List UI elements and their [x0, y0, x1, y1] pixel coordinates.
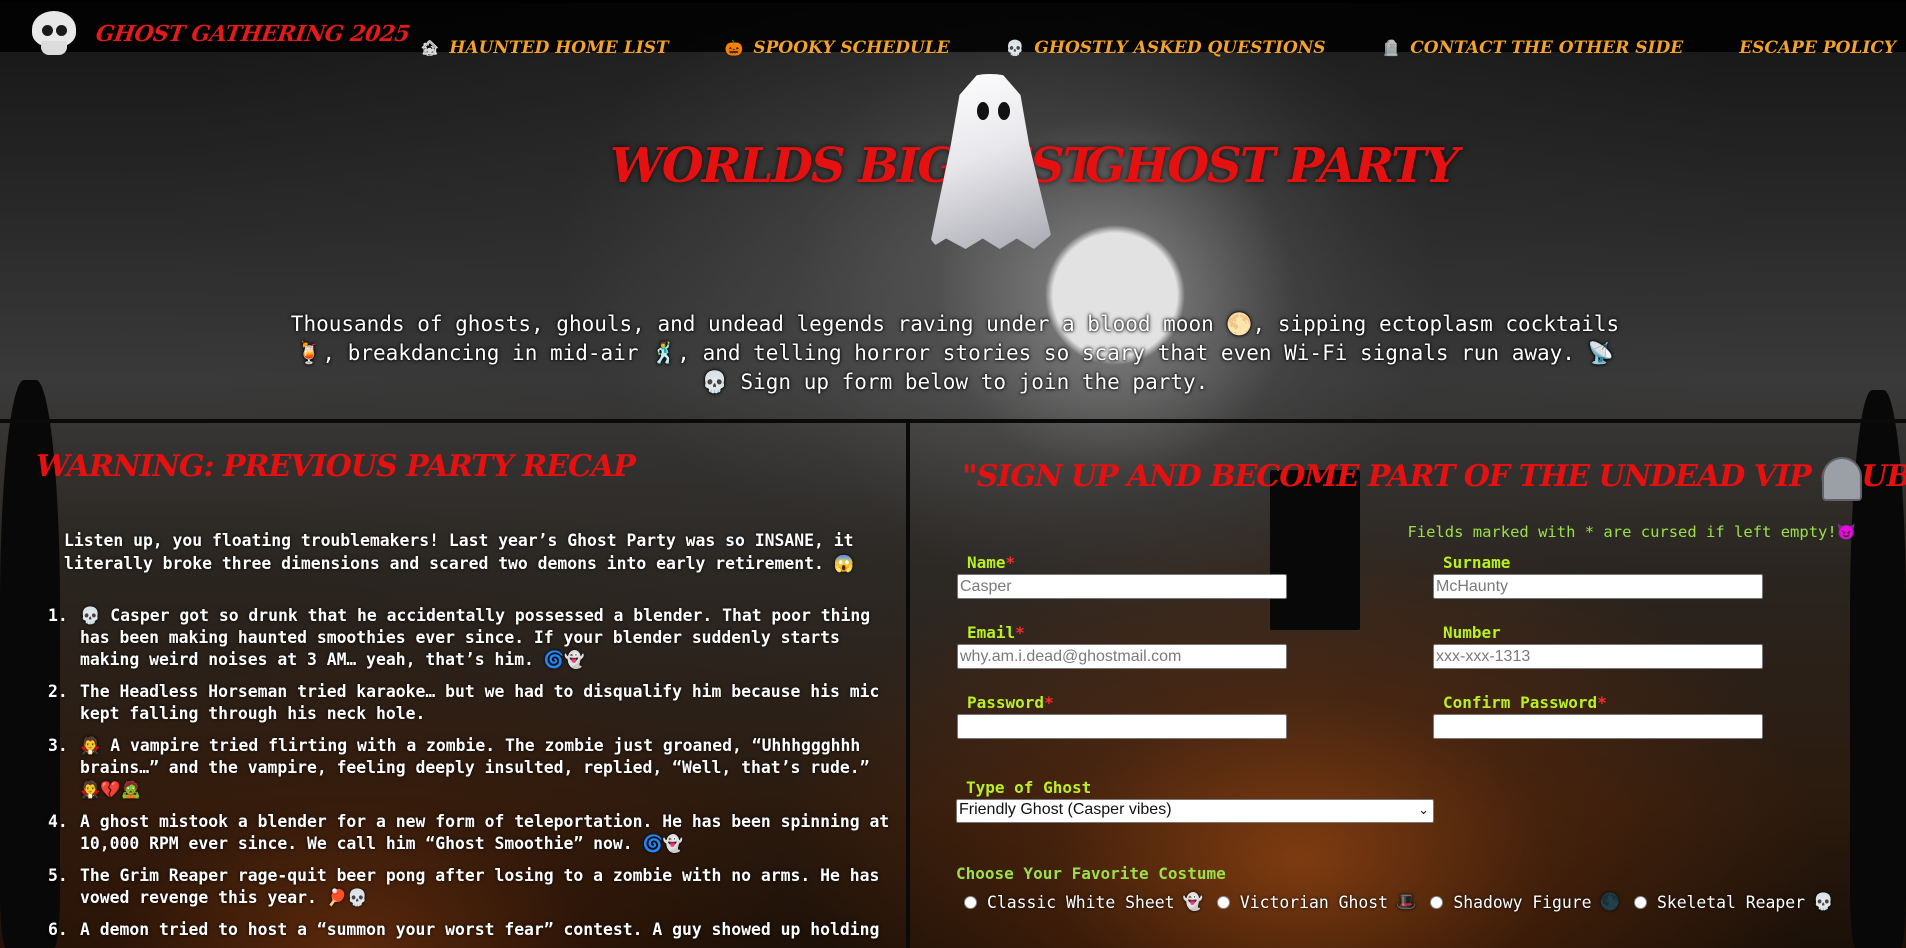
radio-button[interactable]	[1633, 895, 1647, 909]
list-item: 5. The Grim Reaper rage-quit beer pong af…	[48, 865, 898, 909]
costume-option-label: Skeletal Reaper	[1656, 892, 1805, 912]
list-item: 3. 🧛 A vampire tried flirting with a zomb…	[48, 735, 898, 801]
ghost-type-group: Type of Ghost Friendly Ghost (Casper vib…	[956, 778, 1434, 823]
confirm-password-input[interactable]	[1433, 714, 1763, 739]
surname-label: Surname	[1443, 553, 1511, 572]
list-item: 1. 💀 Casper got so drunk that he accident…	[48, 605, 898, 671]
skull-icon: 💀	[1005, 39, 1025, 57]
nav-label: HAUNTED HOME LIST	[449, 38, 669, 58]
list-text: 🧛 A vampire tried flirting with a zombie…	[80, 736, 870, 799]
list-text: The Grim Reaper rage-quit beer pong afte…	[80, 866, 880, 907]
costume-option[interactable]: Skeletal Reaper 💀	[1633, 892, 1834, 912]
name-field-group: Name*	[957, 553, 1287, 599]
confirm-password-field-group: Confirm Password*	[1433, 693, 1763, 739]
pumpkin-icon: 🎃	[724, 39, 744, 57]
headstone-icon: 🪦	[1381, 39, 1401, 57]
list-item: 2. The Headless Horseman tried karaoke… b…	[48, 681, 898, 725]
costume-option-label: Victorian Ghost	[1239, 892, 1388, 912]
costume-option[interactable]: Shadowy Figure 🌑	[1430, 892, 1620, 912]
email-input[interactable]	[957, 644, 1287, 669]
list-number: 1.	[48, 606, 68, 625]
list-text: The Headless Horseman tried karaoke… but…	[80, 682, 880, 723]
surname-input[interactable]	[1433, 574, 1763, 599]
nav-label: CONTACT THE OTHER SIDE	[1410, 38, 1684, 58]
password-label: Password*	[967, 693, 1054, 712]
password-input[interactable]	[957, 714, 1287, 739]
headstone-icon	[1822, 457, 1862, 501]
brand[interactable]: GHOST GATHERING 2025	[28, 9, 412, 59]
hero-title-right: GHOST PARTY	[1085, 138, 1459, 194]
required-note: Fields marked with * are cursed if left …	[1407, 523, 1856, 541]
hero-description: Thousands of ghosts, ghouls, and undead …	[290, 312, 1620, 394]
top-hat-icon: 🎩	[1395, 892, 1417, 911]
costume-option-label: Shadowy Figure	[1453, 892, 1592, 912]
recap-intro: Listen up, you floating troublemakers! L…	[64, 531, 855, 573]
number-input[interactable]	[1433, 644, 1763, 669]
list-item: 4. A ghost mistook a blender for a new fo…	[48, 811, 898, 855]
chevron-down-icon: ⌄	[1418, 802, 1429, 817]
nav-escape-policy[interactable]: ESCAPE POLICY	[1739, 38, 1896, 58]
costume-option[interactable]: Victorian Ghost 🎩	[1216, 892, 1417, 912]
skull-icon: 💀	[1812, 892, 1834, 911]
ghost-icon	[917, 74, 1063, 254]
costume-label: Choose Your Favorite Costume	[956, 864, 1226, 883]
moon-icon: 🌑	[1599, 892, 1620, 911]
ghost-type-label: Type of Ghost	[966, 778, 1092, 797]
list-number: 5.	[48, 866, 68, 885]
nav-ghostly-asked-questions[interactable]: 💀 GHOSTLY ASKED QUESTIONS	[1006, 38, 1326, 58]
house-icon: 🏚	[420, 39, 440, 57]
surname-field-group: Surname	[1433, 553, 1763, 599]
signup-title: "SIGN UP AND BECOME PART OF THE UNDEAD V…	[962, 459, 1906, 494]
brand-name: GHOST GATHERING 2025	[94, 21, 412, 47]
main-nav: 🏚 HAUNTED HOME LIST 🎃 SPOOKY SCHEDULE 💀 …	[420, 35, 1906, 61]
ghost-type-selected: Friendly Ghost (Casper vibes)	[959, 801, 1172, 818]
skull-logo-icon	[28, 9, 80, 59]
name-label: Name*	[967, 553, 1016, 572]
recap-panel: WARNING: PREVIOUS PARTY RECAP Listen up,…	[0, 423, 906, 948]
nav-haunted-home-list[interactable]: 🏚 HAUNTED HOME LIST	[420, 38, 668, 58]
recap-title: WARNING: PREVIOUS PARTY RECAP	[36, 449, 636, 484]
costume-option-label: Classic White Sheet	[987, 892, 1175, 912]
ghost-icon: 👻	[1182, 892, 1203, 911]
list-number: 3.	[48, 736, 68, 755]
nav-label: GHOSTLY ASKED QUESTIONS	[1034, 38, 1326, 58]
list-number: 2.	[48, 682, 68, 701]
costume-option[interactable]: Classic White Sheet 👻	[964, 892, 1203, 912]
list-number: 6.	[48, 920, 68, 939]
nav-spooky-schedule[interactable]: 🎃 SPOOKY SCHEDULE	[725, 38, 950, 58]
list-text: A ghost mistook a blender for a new form…	[80, 812, 890, 853]
email-field-group: Email*	[957, 623, 1287, 669]
password-field-group: Password*	[957, 693, 1287, 739]
list-text: 💀 Casper got so drunk that he accidental…	[80, 606, 871, 669]
radio-button[interactable]	[964, 895, 977, 909]
costume-radio-group: Classic White Sheet 👻 Victorian Ghost 🎩 …	[964, 892, 1847, 912]
signup-panel: "SIGN UP AND BECOME PART OF THE UNDEAD V…	[910, 423, 1906, 948]
number-label: Number	[1443, 623, 1501, 642]
ghost-type-select[interactable]: Friendly Ghost (Casper vibes) ⌄	[956, 799, 1434, 823]
list-number: 4.	[48, 812, 68, 831]
radio-button[interactable]	[1430, 895, 1444, 909]
name-input[interactable]	[957, 574, 1287, 599]
radio-button[interactable]	[1216, 895, 1230, 909]
nav-label: ESCAPE POLICY	[1739, 38, 1896, 58]
recap-list: 1. 💀 Casper got so drunk that he accident…	[48, 605, 898, 948]
number-field-group: Number	[1433, 623, 1763, 669]
confirm-password-label: Confirm Password*	[1443, 693, 1607, 712]
list-text: A demon tried to host a “summon your wor…	[80, 920, 880, 939]
top-navbar: GHOST GATHERING 2025 🏚 HAUNTED HOME LIST…	[0, 0, 1906, 58]
email-label: Email*	[967, 623, 1025, 642]
nav-label: SPOOKY SCHEDULE	[753, 38, 950, 58]
list-item: 6. A demon tried to host a “summon your w…	[48, 919, 898, 941]
nav-contact-the-other-side[interactable]: 🪦 CONTACT THE OTHER SIDE	[1382, 38, 1684, 58]
